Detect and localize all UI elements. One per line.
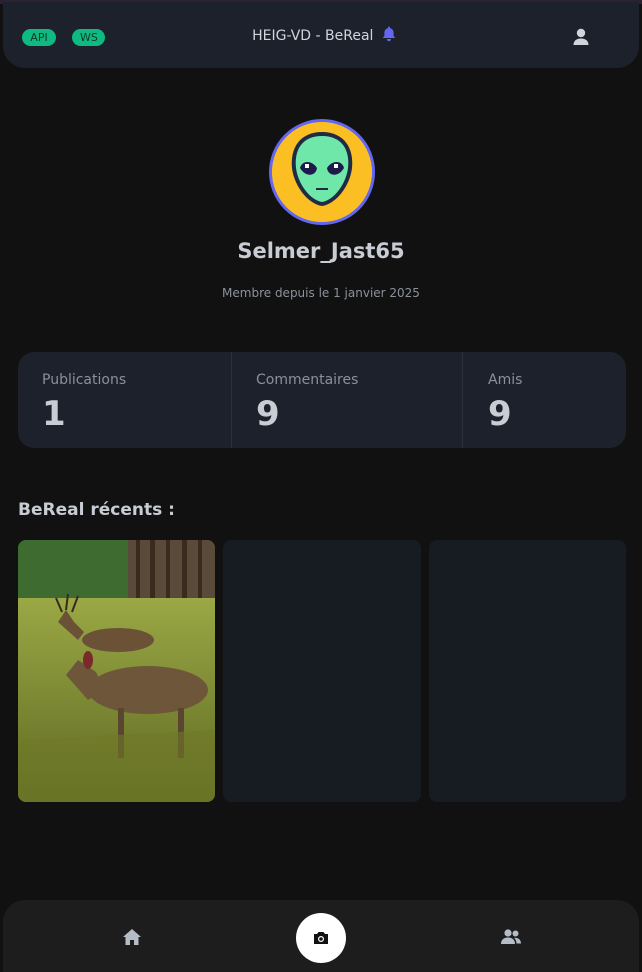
stat-comments: Commentaires 9 bbox=[231, 352, 462, 448]
app-title: HEIG-VD - BeReal bbox=[3, 26, 642, 46]
stat-value: 1 bbox=[42, 394, 66, 434]
top-header: API WS HEIG-VD - BeReal bbox=[3, 2, 639, 68]
recent-bereal-title: BeReal récents : bbox=[18, 500, 175, 520]
app-title-text: HEIG-VD - BeReal bbox=[252, 28, 374, 44]
avatar[interactable] bbox=[269, 119, 375, 225]
bell-icon[interactable] bbox=[382, 26, 396, 46]
bereal-tile-photo[interactable] bbox=[18, 540, 215, 802]
bereal-tile-empty[interactable] bbox=[223, 540, 421, 802]
profile-username: Selmer_Jast65 bbox=[237, 239, 405, 263]
stat-label: Amis bbox=[488, 372, 523, 388]
member-since-text: Membre depuis le 1 janvier 2025 bbox=[222, 286, 420, 300]
users-icon[interactable] bbox=[500, 928, 522, 946]
stat-value: 9 bbox=[256, 394, 280, 434]
bereal-tile-empty[interactable] bbox=[429, 540, 626, 802]
profile-user-icon[interactable] bbox=[570, 26, 592, 48]
stat-friends: Amis 9 bbox=[462, 352, 626, 448]
stat-publications: Publications 1 bbox=[18, 352, 231, 448]
stat-label: Publications bbox=[42, 372, 127, 388]
deer-photo bbox=[18, 540, 215, 802]
home-icon[interactable] bbox=[122, 928, 142, 946]
camera-icon bbox=[314, 932, 328, 944]
bottom-navigation bbox=[3, 900, 639, 972]
stat-value: 9 bbox=[488, 394, 512, 434]
alien-avatar-image bbox=[272, 122, 372, 222]
stat-label: Commentaires bbox=[256, 372, 359, 388]
camera-button[interactable] bbox=[296, 913, 346, 963]
profile-stats-card: Publications 1 Commentaires 9 Amis 9 bbox=[18, 352, 626, 448]
